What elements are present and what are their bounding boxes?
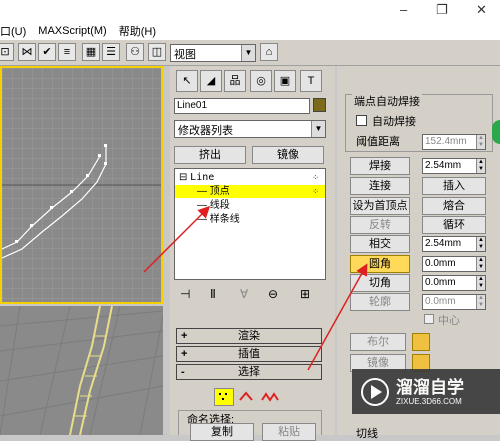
watermark-title: 溜溜自学 xyxy=(396,378,464,397)
watermark: 溜溜自学 ZIXUE.3D66.COM xyxy=(352,369,500,414)
play-logo-icon xyxy=(361,378,389,406)
watermark-url: ZIXUE.3D66.COM xyxy=(396,397,462,406)
